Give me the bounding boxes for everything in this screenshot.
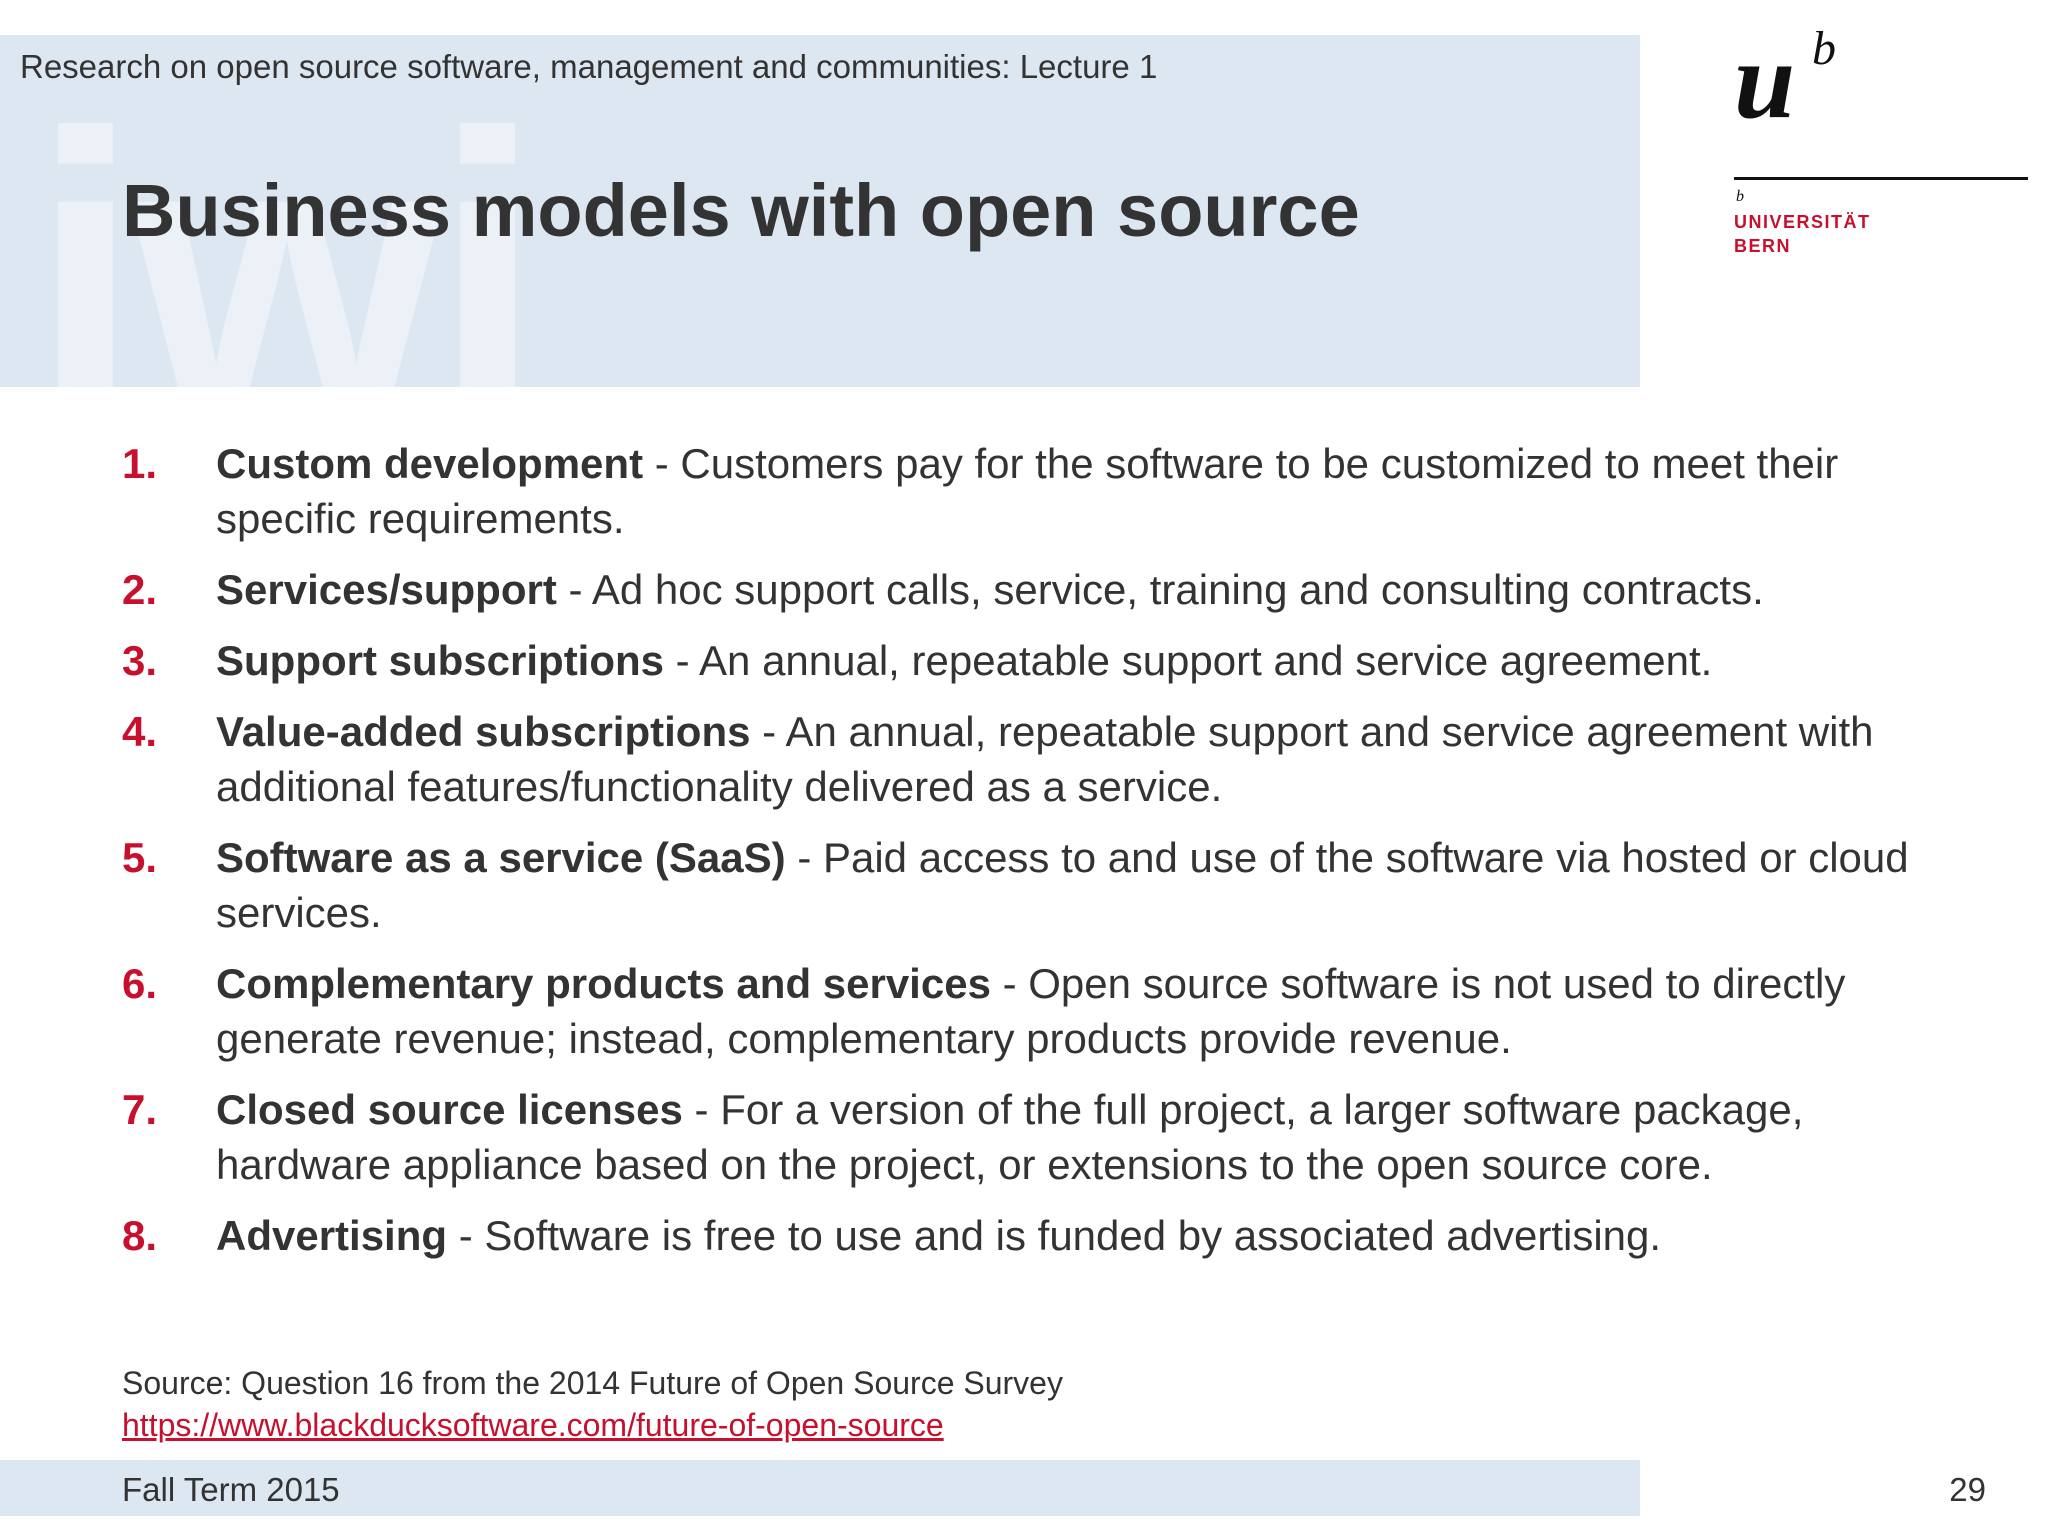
item-description: - Ad hoc support calls, service, trainin… <box>556 566 1764 613</box>
item-term: Custom development <box>216 440 644 487</box>
item-description: - Software is free to use and is funded … <box>447 1212 1662 1259</box>
item-term: Value-added subscriptions <box>216 708 751 755</box>
item-number: 5. <box>122 834 158 881</box>
source-citation: Source: Question 16 from the 2014 Future… <box>122 1362 1063 1446</box>
item-number: 2. <box>122 566 158 613</box>
list-item: 4. Value-added subscriptions - An annual… <box>122 704 1982 814</box>
list-item: 2. Services/support - Ad hoc support cal… <box>122 562 1982 617</box>
logo-rule <box>1734 177 2028 180</box>
svg-text:u: u <box>1734 22 1795 132</box>
footer-term: Fall Term 2015 <box>122 1471 340 1508</box>
svg-text:b: b <box>1812 22 1836 75</box>
source-link[interactable]: https://www.blackducksoftware.com/future… <box>122 1404 1063 1446</box>
list-item: 7. Closed source licenses - For a versio… <box>122 1082 1982 1192</box>
source-text: Source: Question 16 from the 2014 Future… <box>122 1365 1063 1401</box>
list-item: 1. Custom development - Customers pay fo… <box>122 436 1982 546</box>
item-number: 1. <box>122 440 158 487</box>
list-item: 8. Advertising - Software is free to use… <box>122 1208 1982 1263</box>
logo-line-bern: BERN <box>1734 236 1792 256</box>
list-item: 3. Support subscriptions - An annual, re… <box>122 633 1982 688</box>
item-number: 4. <box>122 708 158 755</box>
lecture-title: Research on open source software, manage… <box>20 48 1158 85</box>
page-number: 29 <box>1949 1471 1986 1508</box>
item-term: Software as a service (SaaS) <box>216 834 786 881</box>
logo-small-b: b <box>1736 188 1744 205</box>
list-item: 5. Software as a service (SaaS) - Paid a… <box>122 830 1982 940</box>
item-term: Support subscriptions <box>216 637 665 684</box>
item-number: 6. <box>122 960 158 1007</box>
list-item: 6. Complementary products and services -… <box>122 956 1982 1066</box>
item-number: 3. <box>122 637 158 684</box>
item-number: 8. <box>122 1212 158 1259</box>
business-models-list: 1. Custom development - Customers pay fo… <box>122 436 1982 1279</box>
logo-text: UNIVERSITÄT BERN <box>1734 210 1871 258</box>
item-term: Services/support <box>216 566 557 613</box>
item-term: Advertising <box>216 1212 448 1259</box>
university-bern-logo: u b b UNIVERSITÄT BERN <box>1728 22 2028 262</box>
item-description: - An annual, repeatable support and serv… <box>664 637 1713 684</box>
item-term: Complementary products and services <box>216 960 991 1007</box>
ub-logo-icon: u b <box>1734 22 1836 132</box>
item-number: 7. <box>122 1086 158 1133</box>
logo-line-universitat: UNIVERSITÄT <box>1734 212 1871 232</box>
slide-title: Business models with open source <box>122 169 1360 252</box>
item-term: Closed source licenses <box>216 1086 683 1133</box>
